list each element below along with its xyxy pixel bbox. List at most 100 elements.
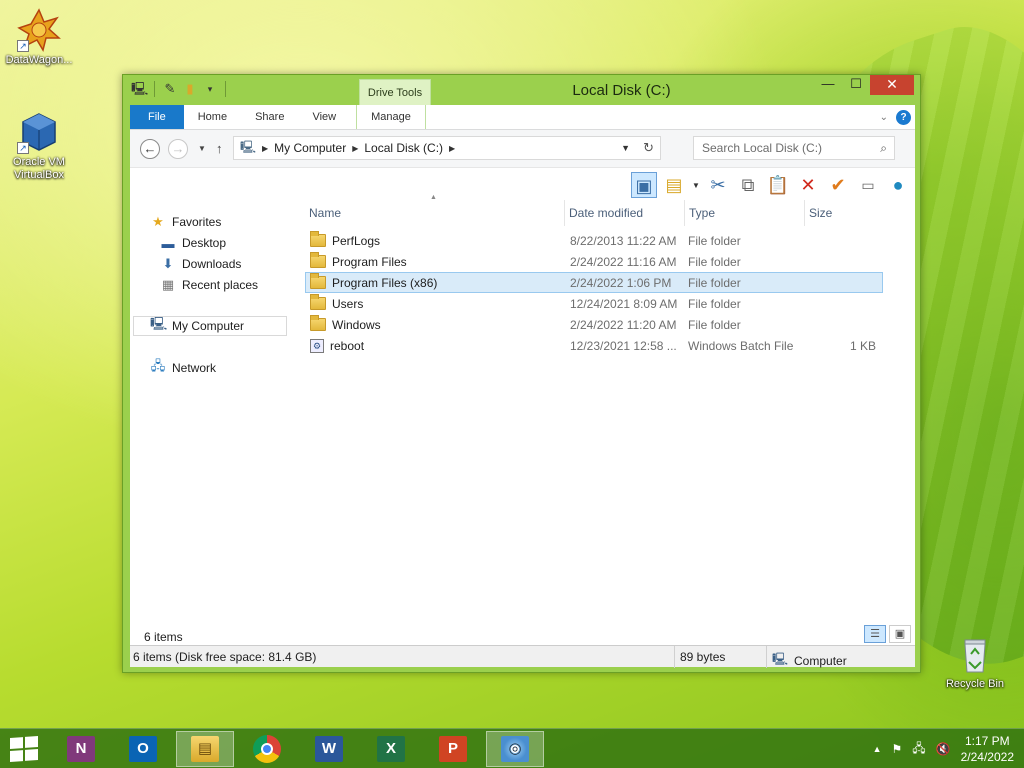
column-size[interactable]: Size <box>805 200 883 226</box>
nav-desktop[interactable]: ▬ Desktop <box>160 233 227 253</box>
status-selection-size: 89 bytes <box>680 650 726 664</box>
folder-icon <box>310 294 326 310</box>
chevron-right-icon[interactable]: ▶ <box>449 144 455 153</box>
file-date: 2/24/2022 1:06 PM <box>570 275 672 290</box>
back-button[interactable]: ← <box>140 139 160 159</box>
nav-my-computer[interactable]: 🖳 My Computer <box>133 316 287 336</box>
taskbar-powerpoint[interactable]: P <box>424 731 482 767</box>
search-input[interactable] <box>694 137 864 159</box>
globe-icon[interactable]: ● <box>885 172 911 198</box>
tab-home[interactable]: Home <box>184 105 241 129</box>
taskbar-excel[interactable]: X <box>362 731 420 767</box>
taskbar-disk-utility[interactable]: ◎ <box>486 731 544 767</box>
details-view-icon[interactable]: ☰ <box>864 625 886 643</box>
shortcut-arrow-icon: ↗ <box>17 40 29 52</box>
desktop-icon-label: Oracle VM VirtualBox <box>13 156 65 181</box>
file-row[interactable]: Windows 2/24/2022 11:20 AM File folder <box>305 314 883 335</box>
desktop-icon-recycle-bin[interactable]: Recycle Bin <box>937 632 1013 691</box>
taskbar-chrome[interactable] <box>238 731 296 767</box>
desktop-icon-label: DataWagon... <box>5 54 73 66</box>
maximize-button[interactable]: ☐ <box>842 75 870 95</box>
search-box[interactable]: ⌕ <box>693 136 895 160</box>
shortcut-arrow-icon: ↗ <box>17 142 29 154</box>
start-button[interactable] <box>10 736 38 762</box>
clock[interactable]: 1:17 PM 2/24/2022 <box>961 733 1014 765</box>
file-type: Windows Batch File <box>688 338 794 353</box>
nav-downloads[interactable]: ⬇ Downloads <box>160 254 242 274</box>
folder-icon <box>310 231 326 247</box>
file-row[interactable]: Users 12/24/2021 8:09 AM File folder <box>305 293 883 314</box>
chevron-down-icon[interactable]: ▼ <box>621 143 630 153</box>
help-icon[interactable]: ? <box>896 109 911 125</box>
up-button[interactable]: ↑ <box>216 139 223 159</box>
refresh-icon[interactable]: ↻ <box>643 140 654 156</box>
datawagon-icon: ↗ <box>17 8 61 52</box>
address-bar[interactable]: 🖳 ▶ My Computer ▶ Local Disk (C:) ▶ ▼ ↻ <box>233 136 661 160</box>
file-size: 1 KB <box>849 338 876 353</box>
window-title: Local Disk (C:) <box>572 82 671 99</box>
column-date-modified[interactable]: Date modified <box>565 200 685 226</box>
copy-icon[interactable]: ⧉ <box>735 172 761 198</box>
show-hidden-icons-icon[interactable]: ▲ <box>873 744 882 754</box>
recent-locations-dropdown[interactable]: ▼ <box>198 139 206 159</box>
desktop-icon-datawagon[interactable]: ↗ DataWagon... <box>1 8 77 67</box>
nav-label: Network <box>172 361 217 375</box>
file-row[interactable]: Program Files 2/24/2022 11:16 AM File fo… <box>305 251 883 272</box>
close-button[interactable]: ✕ <box>870 75 914 95</box>
title-bar[interactable]: 🖳 ✎ ▮ ▾ Drive Tools Local Disk (C:) — ☐ … <box>123 75 920 105</box>
clock-time: 1:17 PM <box>964 734 1010 748</box>
check-icon[interactable]: ✔ <box>825 172 851 198</box>
paste-icon[interactable]: 📋 <box>765 172 791 198</box>
chevron-down-icon[interactable]: ▼ <box>691 181 701 190</box>
taskbar-onenote[interactable]: N <box>52 731 110 767</box>
file-type: File folder <box>688 275 741 290</box>
search-icon[interactable]: ⌕ <box>880 141 887 156</box>
folder-options-icon[interactable]: ▤ <box>661 172 687 198</box>
column-name[interactable]: Name <box>305 200 565 226</box>
tab-view[interactable]: View <box>298 105 350 129</box>
downloads-icon: ⬇ <box>162 256 174 271</box>
nav-favorites[interactable]: ★ Favorites <box>150 212 221 232</box>
taskbar: N O ▤ W X P ◎ ▲ ⚑ 🖧 🔇 1:17 PM 2/24/2022 <box>0 728 1024 768</box>
taskbar-word[interactable]: W <box>300 731 358 767</box>
tab-share[interactable]: Share <box>241 105 298 129</box>
minimize-button[interactable]: — <box>814 75 842 95</box>
file-row[interactable]: PerfLogs 8/22/2013 11:22 AM File folder <box>305 230 883 251</box>
expand-ribbon-icon[interactable]: ⌄ <box>880 112 888 123</box>
action-center-flag-icon[interactable]: ⚑ <box>892 742 903 756</box>
file-date: 12/24/2021 8:09 AM <box>570 296 678 311</box>
file-date: 8/22/2013 11:22 AM <box>570 233 677 248</box>
explorer-window: 🖳 ✎ ▮ ▾ Drive Tools Local Disk (C:) — ☐ … <box>122 74 921 673</box>
breadcrumb-my-computer[interactable]: My Computer <box>268 141 352 155</box>
file-name: Program Files <box>332 254 407 269</box>
powerpoint-icon: P <box>439 736 467 762</box>
large-icons-view-icon[interactable]: ▣ <box>889 625 911 643</box>
batch-file-icon: ⚙ <box>310 338 324 353</box>
taskbar-outlook[interactable]: O <box>114 731 172 767</box>
file-name: Users <box>332 296 364 311</box>
volume-muted-icon[interactable]: 🔇 <box>936 742 951 756</box>
file-name: Windows <box>332 317 381 332</box>
forward-button[interactable]: → <box>168 139 188 159</box>
taskbar-file-explorer[interactable]: ▤ <box>176 731 234 767</box>
nav-network[interactable]: 🖧 Network <box>150 358 216 378</box>
rename-icon[interactable]: ▭ <box>855 172 881 198</box>
onenote-icon: N <box>67 736 95 762</box>
status-location: Computer <box>794 653 847 668</box>
folder-icon <box>310 252 326 268</box>
file-row-selected[interactable]: Program Files (x86) 2/24/2022 1:06 PM Fi… <box>305 272 883 293</box>
cut-icon[interactable]: ✂ <box>705 172 731 198</box>
tab-manage[interactable]: Manage <box>356 105 426 129</box>
delete-icon[interactable]: ✕ <box>795 172 821 198</box>
view-toggles: ☰ ▣ <box>864 625 911 643</box>
desktop-icon-virtualbox[interactable]: ↗ Oracle VM VirtualBox <box>1 110 77 182</box>
tab-file[interactable]: File <box>130 105 184 129</box>
breadcrumb-local-disk[interactable]: Local Disk (C:) <box>358 141 449 155</box>
network-tray-icon[interactable]: 🖧 <box>912 739 925 760</box>
preview-pane-icon[interactable]: ▣ <box>631 172 657 198</box>
clock-date: 2/24/2022 <box>960 750 1014 764</box>
file-date: 12/23/2021 12:58 ... <box>570 338 677 353</box>
nav-recent-places[interactable]: ▦ Recent places <box>160 275 258 295</box>
file-row[interactable]: ⚙ reboot 12/23/2021 12:58 ... Windows Bat… <box>305 335 883 356</box>
column-type[interactable]: Type <box>685 200 805 226</box>
